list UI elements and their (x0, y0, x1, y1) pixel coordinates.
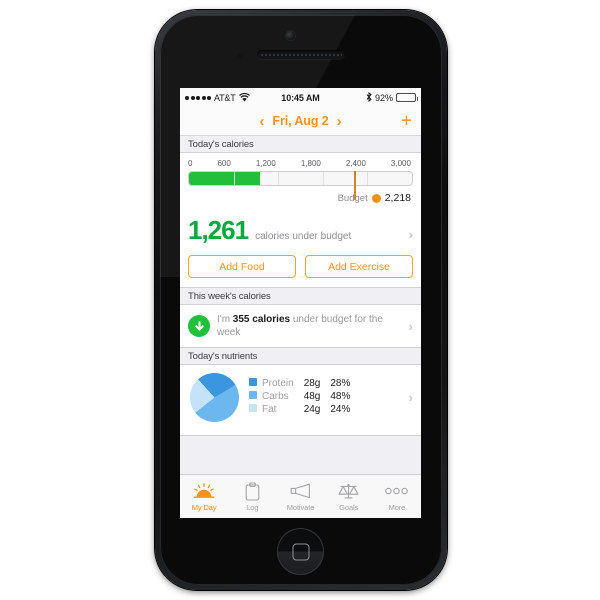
progress-tick-1800 (322, 172, 324, 185)
tab-label-more: More (388, 503, 406, 512)
wifi-icon (238, 93, 250, 102)
add-button[interactable]: + (401, 112, 412, 131)
tab-log[interactable]: Log (228, 475, 276, 518)
bluetooth-icon (366, 91, 372, 104)
status-bar-right: 92% (366, 91, 418, 104)
current-date-label[interactable]: Fri, Aug 2 (272, 114, 328, 128)
legend-name: Carbs (249, 391, 304, 404)
phone-screen: AT&T 10:45 AM 92% ‹ Fri, Aug 2 › + Today… (180, 88, 421, 518)
progress-tick-2400 (367, 172, 369, 185)
clipboard-icon (245, 481, 260, 501)
date-navigator: ‹ Fri, Aug 2 › (259, 114, 341, 129)
progress-tick-600 (233, 172, 235, 185)
chevron-right-icon[interactable]: › (409, 391, 413, 404)
scale-tick-0: 0 (188, 159, 193, 168)
nutrients-legend: Protein 28g 28% Carbs 48g 48% Fat 24g 24% (249, 378, 350, 417)
add-food-button[interactable]: Add Food (188, 255, 296, 278)
calorie-progress-fill (189, 172, 261, 185)
chevron-right-icon[interactable]: › (409, 228, 413, 241)
tab-my-day[interactable]: My Day (180, 475, 228, 518)
legend-name: Fat (249, 404, 304, 417)
legend-grams: 48g (303, 391, 321, 402)
legend-row: Fat 24g 24% (249, 404, 350, 417)
status-bar-left: AT&T (185, 93, 250, 103)
week-text-highlight: 355 calories (232, 314, 291, 325)
proximity-sensor-icon (238, 54, 243, 59)
chevron-right-icon[interactable]: › (337, 114, 342, 129)
battery-cap (416, 96, 418, 101)
tab-label-goals: Goals (339, 503, 359, 512)
megaphone-icon (290, 481, 312, 501)
action-buttons: Add Food Add Exercise (180, 246, 421, 287)
week-calories-text: I'm 355 calories under budget for the we… (217, 313, 402, 339)
scale-tick-4: 2,400 (345, 159, 366, 168)
legend-swatch-icon (249, 391, 257, 399)
scales-icon (338, 481, 359, 501)
calories-summary-row[interactable]: 1,261 calories under budget › (180, 213, 421, 246)
nutrients-pie-chart (190, 373, 239, 422)
today-nutrients-card[interactable]: Protein 28g 28% Carbs 48g 48% Fat 24g 24% › (180, 365, 421, 436)
tab-label-motivate: Motivate (286, 503, 315, 512)
scale-tick-3: 1,800 (300, 159, 321, 168)
navigation-bar: ‹ Fri, Aug 2 › + (180, 107, 421, 136)
chevron-right-icon[interactable]: › (409, 320, 413, 333)
battery-percent-label: 92% (374, 92, 393, 103)
legend-percent: 48% (330, 391, 351, 402)
budget-label: Budget (337, 192, 368, 204)
legend-grams: 24g (303, 404, 321, 415)
tab-motivate[interactable]: Motivate (276, 475, 324, 518)
week-calories-row[interactable]: I'm 355 calories under budget for the we… (180, 305, 421, 347)
week-text-prefix: I'm (217, 314, 233, 325)
week-calories-card[interactable]: I'm 355 calories under budget for the we… (180, 305, 421, 348)
legend-grams: 28g (303, 378, 321, 389)
budget-marker-line (353, 171, 356, 200)
ellipsis-icon (385, 481, 409, 501)
battery-icon (396, 93, 418, 102)
section-header-today-nutrients: Today's nutrients (180, 348, 421, 365)
sun-icon (193, 481, 215, 501)
add-exercise-button[interactable]: Add Exercise (305, 255, 413, 278)
tab-label-log: Log (246, 503, 259, 512)
nutrients-row[interactable]: Protein 28g 28% Carbs 48g 48% Fat 24g 24% › (180, 365, 421, 435)
budget-marker-dot (371, 193, 381, 203)
legend-percent: 24% (330, 404, 351, 415)
tab-goals[interactable]: Goals (325, 475, 373, 518)
legend-swatch-icon (249, 378, 257, 386)
progress-tick-1200 (278, 172, 280, 185)
calorie-progress-bar[interactable] (188, 171, 413, 200)
arrow-down-circle-icon (188, 315, 210, 337)
signal-dots-icon (185, 95, 211, 100)
calories-remaining-label: calories under budget (255, 231, 352, 242)
today-calories-card: 0 600 1,200 1,800 2,400 3,000 Budget 2,2… (180, 153, 421, 288)
budget-row: Budget 2,218 (188, 192, 413, 204)
chevron-left-icon[interactable]: ‹ (259, 114, 264, 129)
calorie-scale-labels: 0 600 1,200 1,800 2,400 3,000 (188, 159, 413, 168)
legend-row: Protein 28g 28% (249, 378, 350, 391)
budget-value: 2,218 (384, 192, 411, 204)
home-button[interactable] (277, 528, 324, 575)
tab-more[interactable]: More (373, 475, 421, 518)
legend-name: Protein (249, 378, 304, 391)
calories-remaining-value: 1,261 (188, 215, 249, 245)
legend-swatch-icon (249, 404, 257, 412)
tab-bar: My Day Log Motivate Goals More (180, 474, 421, 518)
earpiece-speaker-icon (257, 50, 345, 59)
status-bar: AT&T 10:45 AM 92% (180, 88, 421, 107)
carrier-label: AT&T (214, 92, 236, 103)
calorie-progress-panel: 0 600 1,200 1,800 2,400 3,000 Budget 2,2… (180, 153, 421, 213)
scale-tick-5: 3,000 (390, 159, 411, 168)
speaker-mesh (260, 53, 342, 56)
front-camera-icon (286, 31, 295, 40)
scale-tick-1: 600 (217, 159, 231, 168)
legend-percent: 28% (330, 378, 351, 389)
home-square-icon (292, 543, 309, 560)
section-header-week-calories: This week's calories (180, 288, 421, 305)
tab-label-my-day: My Day (191, 503, 217, 512)
section-header-today-calories: Today's calories (180, 136, 421, 153)
main-content: Today's calories 0 600 1,200 1,800 2,400… (180, 136, 421, 476)
legend-row: Carbs 48g 48% (249, 391, 350, 404)
scale-tick-2: 1,200 (255, 159, 276, 168)
